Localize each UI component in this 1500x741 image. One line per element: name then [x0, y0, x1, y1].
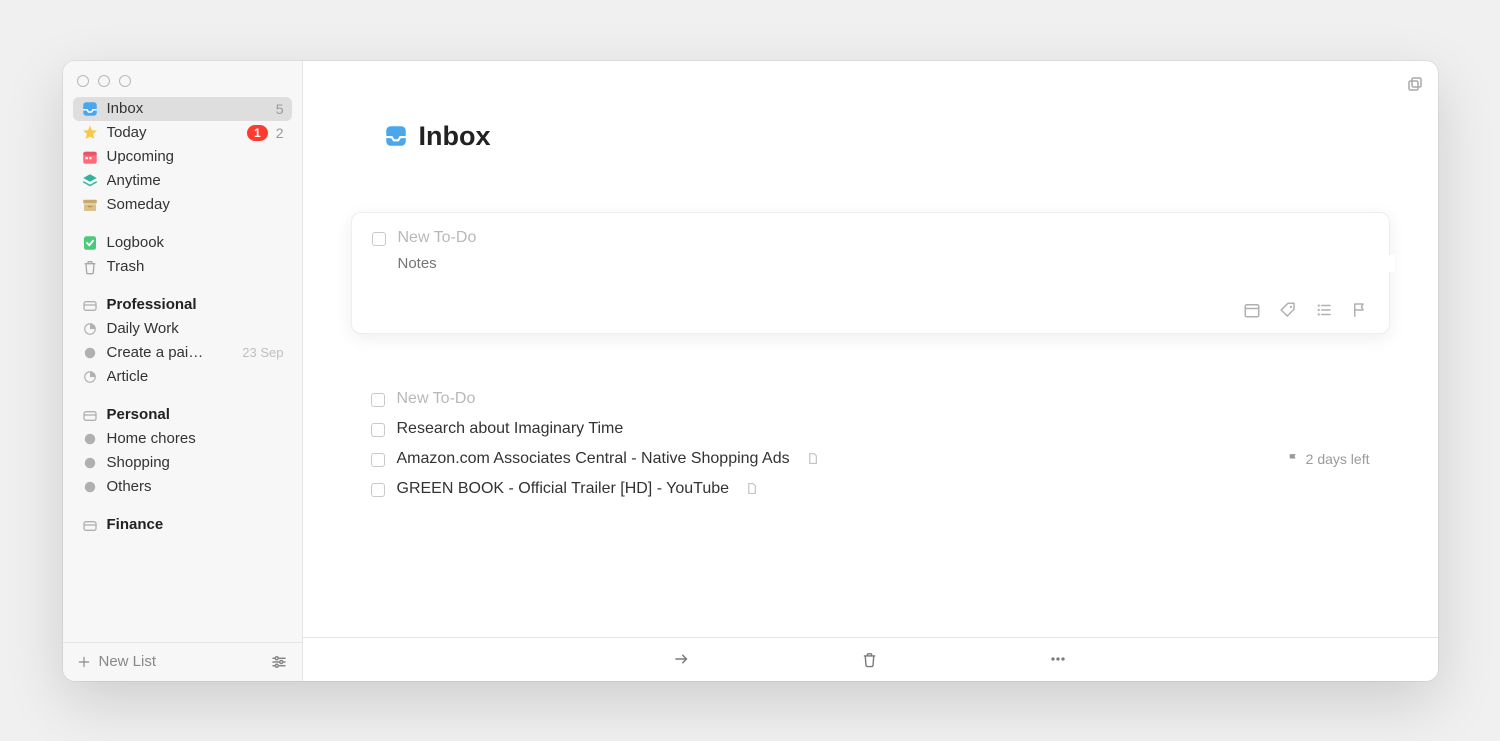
trash-icon	[81, 258, 99, 276]
todo-list: New To-Do Research about Imaginary Time …	[351, 384, 1390, 504]
sidebar-area-personal[interactable]: Personal	[73, 403, 292, 427]
project-icon	[81, 454, 99, 472]
area-icon	[81, 296, 99, 314]
todo-title: New To-Do	[397, 390, 476, 408]
todo-item[interactable]: GREEN BOOK - Official Trailer [HD] - You…	[351, 474, 1390, 504]
content-area: New To-Do Research about Imaginary Time …	[303, 172, 1438, 637]
sidebar-project-article[interactable]: Article	[73, 365, 292, 389]
flag-icon[interactable]	[1351, 301, 1369, 319]
project-icon	[81, 430, 99, 448]
todo-title: Amazon.com Associates Central - Native S…	[397, 450, 790, 468]
main-panel: Inbox New To-Do	[303, 61, 1438, 681]
todo-checkbox[interactable]	[371, 453, 385, 467]
sidebar-area-label: Professional	[107, 296, 284, 313]
star-icon	[81, 124, 99, 142]
new-window-icon[interactable]	[1406, 75, 1424, 93]
attachment-icon	[745, 482, 758, 495]
todo-checkbox[interactable]	[371, 483, 385, 497]
calendar-icon	[81, 148, 99, 166]
sidebar-item-logbook[interactable]: Logbook	[73, 231, 292, 255]
todo-checkbox[interactable]	[372, 232, 386, 246]
todo-item[interactable]: Research about Imaginary Time	[351, 414, 1390, 444]
layers-icon	[81, 172, 99, 190]
window-controls	[63, 61, 302, 97]
area-icon	[81, 406, 99, 424]
checklist-icon[interactable]	[1315, 301, 1333, 319]
inbox-icon	[383, 123, 409, 149]
sidebar-item-label: Upcoming	[107, 148, 284, 165]
todo-item[interactable]: Amazon.com Associates Central - Native S…	[351, 444, 1390, 474]
sidebar-item-label: Someday	[107, 196, 284, 213]
archive-icon	[81, 196, 99, 214]
new-list-label: New List	[99, 653, 157, 670]
project-icon	[81, 320, 99, 338]
new-todo-toolbar	[372, 301, 1369, 319]
sidebar-area-label: Personal	[107, 406, 284, 423]
sidebar-project-others[interactable]: Others	[73, 475, 292, 499]
sidebar-project-shopping[interactable]: Shopping	[73, 451, 292, 475]
todo-title: Research about Imaginary Time	[397, 420, 624, 438]
logbook-icon	[81, 234, 99, 252]
maximize-window-button[interactable]	[119, 75, 131, 87]
new-todo-notes-input[interactable]	[398, 255, 1395, 272]
new-todo-card[interactable]	[351, 212, 1390, 334]
sidebar-project-home-chores[interactable]: Home chores	[73, 427, 292, 451]
project-icon	[81, 368, 99, 386]
plus-icon	[77, 655, 91, 669]
new-todo-title-input[interactable]	[398, 229, 1369, 247]
sidebar-item-label: Anytime	[107, 172, 284, 189]
sidebar-area-label: Finance	[107, 516, 284, 533]
sidebar-item-someday[interactable]: Someday	[73, 193, 292, 217]
todo-checkbox[interactable]	[371, 423, 385, 437]
settings-icon[interactable]	[270, 653, 288, 671]
sidebar-project-label: Create a pai…	[107, 344, 235, 361]
sidebar-project-label: Daily Work	[107, 320, 284, 337]
area-icon	[81, 516, 99, 534]
project-icon	[81, 344, 99, 362]
sidebar-project-create-pai[interactable]: Create a pai… 23 Sep	[73, 341, 292, 365]
sidebar-project-label: Home chores	[107, 430, 284, 447]
sidebar-project-label: Shopping	[107, 454, 284, 471]
sidebar-item-today[interactable]: Today 1 2	[73, 121, 292, 145]
todo-title: GREEN BOOK - Official Trailer [HD] - You…	[397, 480, 730, 498]
sidebar-item-count: 2	[276, 125, 284, 141]
new-list-button[interactable]: New List	[77, 653, 157, 670]
calendar-icon[interactable]	[1243, 301, 1261, 319]
todo-checkbox[interactable]	[371, 393, 385, 407]
sidebar-item-badge: 1	[247, 125, 268, 141]
inbox-icon	[81, 100, 99, 118]
page-title: Inbox	[303, 61, 1438, 172]
delete-button[interactable]	[861, 651, 878, 668]
sidebar-item-count: 5	[276, 101, 284, 117]
sidebar-project-label: Others	[107, 478, 284, 495]
sidebar: Inbox 5 Today 1 2 Upcoming	[63, 61, 303, 681]
sidebar-item-label: Trash	[107, 258, 284, 275]
close-window-button[interactable]	[77, 75, 89, 87]
sidebar-project-date: 23 Sep	[242, 345, 283, 360]
attachment-icon	[806, 452, 819, 465]
minimize-window-button[interactable]	[98, 75, 110, 87]
todo-item[interactable]: New To-Do	[351, 384, 1390, 414]
sidebar-item-inbox[interactable]: Inbox 5	[73, 97, 292, 121]
move-button[interactable]	[673, 650, 691, 668]
sidebar-area-professional[interactable]: Professional	[73, 293, 292, 317]
sidebar-content: Inbox 5 Today 1 2 Upcoming	[63, 97, 302, 642]
more-button[interactable]	[1048, 649, 1068, 669]
sidebar-project-daily-work[interactable]: Daily Work	[73, 317, 292, 341]
sidebar-footer: New List	[63, 642, 302, 681]
sidebar-item-upcoming[interactable]: Upcoming	[73, 145, 292, 169]
app-window: Inbox 5 Today 1 2 Upcoming	[63, 61, 1438, 681]
tag-icon[interactable]	[1279, 301, 1297, 319]
todo-deadline: 2 days left	[1287, 451, 1370, 467]
sidebar-item-label: Inbox	[107, 100, 268, 117]
sidebar-item-anytime[interactable]: Anytime	[73, 169, 292, 193]
sidebar-item-label: Logbook	[107, 234, 284, 251]
main-footer	[303, 637, 1438, 681]
sidebar-project-label: Article	[107, 368, 284, 385]
project-icon	[81, 478, 99, 496]
page-title-text: Inbox	[419, 121, 491, 152]
sidebar-area-finance[interactable]: Finance	[73, 513, 292, 537]
sidebar-item-label: Today	[107, 124, 240, 141]
sidebar-item-trash[interactable]: Trash	[73, 255, 292, 279]
